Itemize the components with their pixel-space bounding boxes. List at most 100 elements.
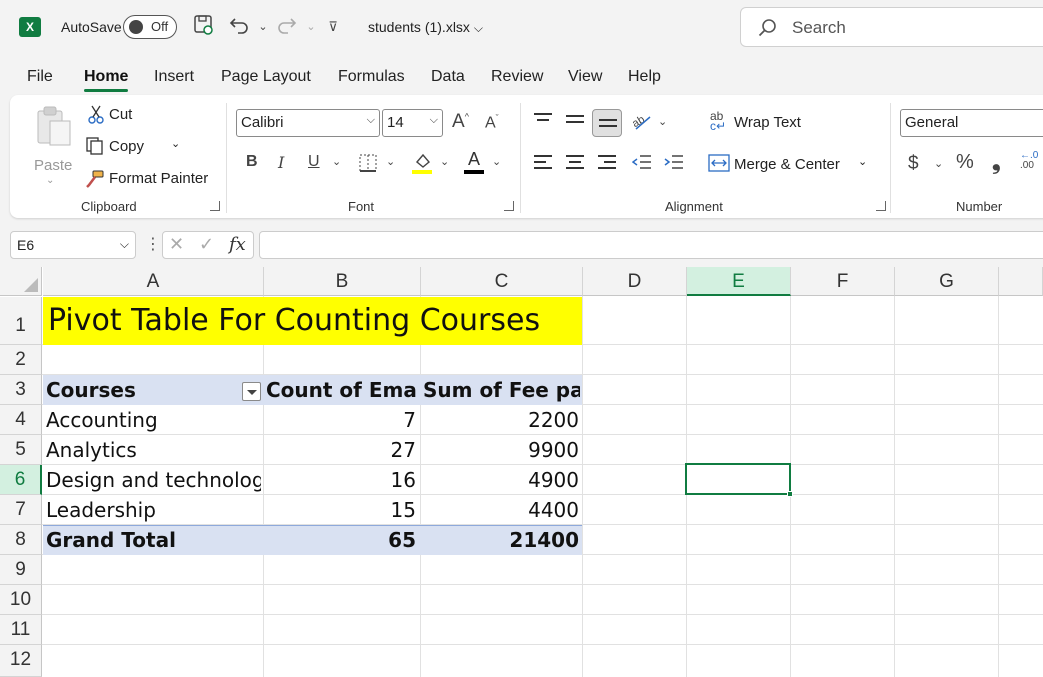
column-header-c[interactable]: C <box>421 267 583 296</box>
tab-help[interactable]: Help <box>628 68 661 86</box>
redo-icon[interactable] <box>274 14 300 40</box>
tab-file[interactable]: File <box>27 68 53 86</box>
tab-home[interactable]: Home <box>84 68 129 92</box>
row-header-11[interactable]: 11 <box>0 615 42 645</box>
chevron-down-icon[interactable]: ⌄ <box>934 157 943 170</box>
row-header-1[interactable]: 1 <box>0 297 42 345</box>
currency-button[interactable]: $ <box>908 153 919 175</box>
top-align-icon[interactable] <box>528 107 558 135</box>
column-header-f[interactable]: F <box>791 267 895 296</box>
merge-center-button[interactable]: Merge & Center ⌄ <box>708 151 878 175</box>
font-size-select[interactable]: 14 ⌵ <box>382 109 443 137</box>
orientation-icon[interactable]: ab <box>630 111 654 136</box>
grand-total-sum[interactable]: 21400 <box>423 528 579 552</box>
grand-total-label[interactable]: Grand Total <box>46 528 261 552</box>
bottom-align-icon[interactable] <box>592 109 622 137</box>
customize-toolbar-icon[interactable]: ⊽ <box>320 14 346 40</box>
bold-button[interactable]: B <box>246 153 258 171</box>
tab-formulas[interactable]: Formulas <box>338 68 405 86</box>
chevron-down-icon[interactable]: ⌄ <box>658 115 667 128</box>
select-all-button[interactable] <box>0 267 42 296</box>
undo-icon[interactable] <box>226 14 252 40</box>
column-header-a[interactable]: A <box>43 267 264 296</box>
autosave-toggle[interactable]: Off <box>123 15 177 39</box>
italic-button[interactable]: I <box>278 153 284 172</box>
more-options-icon[interactable]: ⋮ <box>145 234 161 254</box>
insert-function-icon[interactable]: fx <box>229 234 246 255</box>
pivot-row-course[interactable]: Design and technology <box>46 468 261 492</box>
row-header-6[interactable]: 6 <box>0 465 42 495</box>
pivot-row-course[interactable]: Leadership <box>46 498 261 522</box>
paste-button[interactable]: Paste ⌄ <box>28 103 74 187</box>
column-header-b[interactable]: B <box>264 267 421 296</box>
save-icon[interactable] <box>191 14 217 40</box>
cut-button[interactable]: Cut <box>85 103 165 127</box>
row-header-3[interactable]: 3 <box>0 375 42 405</box>
increase-decimal-icon[interactable]: ←.0.00 <box>1020 151 1038 171</box>
row-header-7[interactable]: 7 <box>0 495 42 525</box>
pivot-row-count[interactable]: 16 <box>266 468 416 492</box>
filter-dropdown-icon[interactable] <box>242 382 261 401</box>
pivot-row-count[interactable]: 7 <box>266 408 416 432</box>
underline-button[interactable]: U <box>308 153 320 171</box>
pivot-row-sum[interactable]: 4400 <box>423 498 579 522</box>
fill-handle[interactable] <box>787 491 793 497</box>
spreadsheet-grid[interactable]: A B C D E F G 1 2 3 4 5 6 7 8 9 10 11 12… <box>0 267 1043 677</box>
pivot-row-count[interactable]: 15 <box>266 498 416 522</box>
column-header-e[interactable]: E <box>687 267 791 296</box>
chevron-down-icon[interactable]: ⌄ <box>332 155 341 168</box>
pivot-row-count[interactable]: 27 <box>266 438 416 462</box>
cancel-icon[interactable]: ✕ <box>169 234 184 255</box>
undo-dropdown-icon[interactable]: ⌄ <box>250 14 276 40</box>
chevron-down-icon[interactable]: ⌄ <box>440 155 449 168</box>
sheet-title-cell[interactable]: Pivot Table For Counting Courses <box>43 297 582 345</box>
grand-total-count[interactable]: 65 <box>266 528 416 552</box>
tab-review[interactable]: Review <box>491 68 543 86</box>
decrease-font-size-icon[interactable]: Aˇ <box>485 113 499 132</box>
chevron-down-icon[interactable]: ⌄ <box>492 155 501 168</box>
pivot-row-course[interactable]: Analytics <box>46 438 261 462</box>
row-header-8[interactable]: 8 <box>0 525 42 555</box>
search-input[interactable]: Search <box>740 7 1043 47</box>
number-format-select[interactable]: General <box>900 109 1043 137</box>
row-header-9[interactable]: 9 <box>0 555 42 585</box>
tab-page-layout[interactable]: Page Layout <box>221 68 311 86</box>
fill-color-icon[interactable] <box>412 151 434 178</box>
percent-button[interactable]: % <box>956 151 974 174</box>
tab-view[interactable]: View <box>568 68 602 86</box>
font-color-icon[interactable]: A <box>464 149 486 175</box>
column-header-h[interactable] <box>999 267 1043 296</box>
middle-align-icon[interactable] <box>560 109 590 137</box>
row-header-5[interactable]: 5 <box>0 435 42 465</box>
chevron-down-icon[interactable]: ⌄ <box>386 155 395 168</box>
comma-style-button[interactable]: ❟ <box>992 149 1001 175</box>
dialog-launcher-icon[interactable] <box>876 201 886 211</box>
active-cell-selection[interactable] <box>685 463 793 497</box>
pivot-row-sum[interactable]: 4900 <box>423 468 579 492</box>
wrap-text-button[interactable]: ab c↵ Wrap Text <box>710 110 810 135</box>
row-header-2[interactable]: 2 <box>0 345 42 375</box>
pivot-row-course[interactable]: Accounting <box>46 408 261 432</box>
pivot-header-count[interactable]: Count of Emails <box>266 378 418 402</box>
row-header-10[interactable]: 10 <box>0 585 42 615</box>
align-right-icon[interactable] <box>592 149 622 177</box>
dialog-launcher-icon[interactable] <box>210 201 220 211</box>
file-name[interactable]: students (1).xlsx ⌵ <box>368 19 483 36</box>
dialog-launcher-icon[interactable] <box>504 201 514 211</box>
pivot-header-courses[interactable]: Courses <box>46 378 246 402</box>
formula-input[interactable] <box>259 231 1043 259</box>
increase-font-size-icon[interactable]: A^ <box>452 111 469 133</box>
borders-icon[interactable] <box>358 153 378 176</box>
column-header-d[interactable]: D <box>583 267 687 296</box>
pivot-row-sum[interactable]: 2200 <box>423 408 579 432</box>
row-header-12[interactable]: 12 <box>0 645 42 677</box>
decrease-indent-icon[interactable] <box>631 153 652 174</box>
row-header-4[interactable]: 4 <box>0 405 42 435</box>
increase-indent-icon[interactable] <box>664 153 684 174</box>
tab-insert[interactable]: Insert <box>154 68 194 86</box>
align-left-icon[interactable] <box>528 149 558 177</box>
tab-data[interactable]: Data <box>431 68 465 86</box>
font-name-select[interactable]: Calibri ⌵ <box>236 109 380 137</box>
copy-button[interactable]: Copy ⌄ <box>85 135 185 159</box>
pivot-row-sum[interactable]: 9900 <box>423 438 579 462</box>
